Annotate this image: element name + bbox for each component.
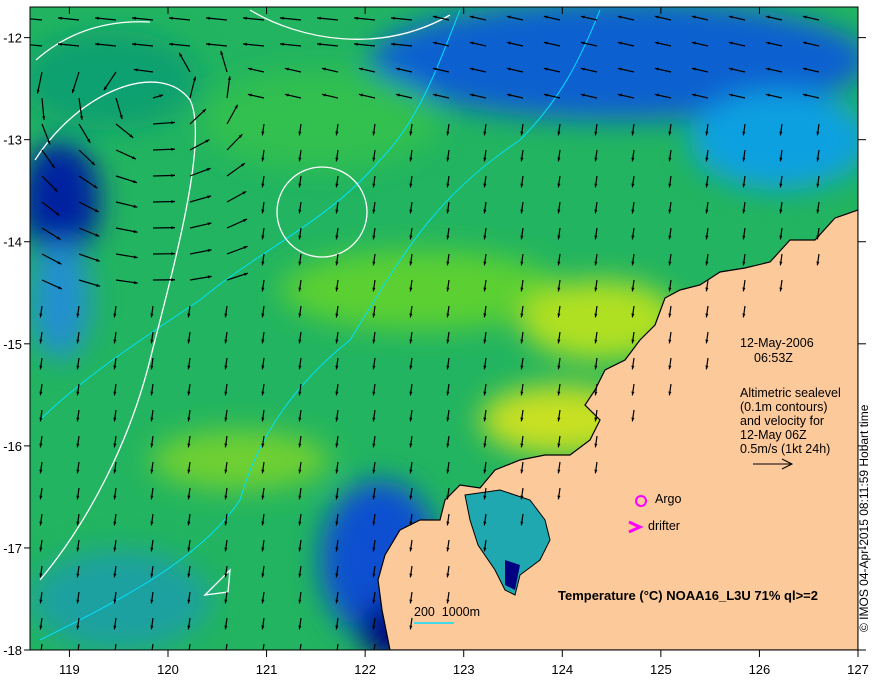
plot-area — [30, 7, 858, 650]
drifter-label: drifter — [648, 519, 680, 533]
y-tick-label: -16 — [3, 439, 22, 454]
x-tick-label: 120 — [157, 662, 179, 677]
y-tick-label: -18 — [3, 643, 22, 658]
y-tick-label: -15 — [3, 337, 22, 352]
x-tick-label: 122 — [354, 662, 376, 677]
x-tick-label: 126 — [749, 662, 771, 677]
altimetry-line: Altimetric sealevel — [740, 386, 841, 400]
x-tick-label: 124 — [551, 662, 573, 677]
x-tick-label: 123 — [453, 662, 475, 677]
sst-map: 2728293031 — [3, 6, 871, 677]
altimetry-line: and velocity for — [740, 414, 824, 428]
altimetry-line: 0.5m/s (1kt 24h) — [740, 442, 830, 456]
y-tick-label: -17 — [3, 541, 22, 556]
credit-label: © IMOS 04-Apr-2015 08:11:59 Hobart time — [857, 404, 871, 632]
date-label: 12-May-2006 — [740, 336, 814, 350]
depth-legend-label: 200 1000m — [414, 605, 480, 619]
x-tick-label: 127 — [847, 662, 869, 677]
argo-label: Argo — [655, 492, 681, 506]
y-tick-label: -14 — [3, 235, 22, 250]
colorbar-title: Temperature (°C) NOAA16_L3U 71% ql>=2 — [558, 588, 818, 603]
x-tick-label: 121 — [256, 662, 278, 677]
altimetry-line: (0.1m contours) — [740, 400, 828, 414]
y-tick-label: -13 — [3, 133, 22, 148]
x-tick-label: 119 — [59, 662, 80, 677]
altimetry-line: 12-May 06Z — [740, 428, 807, 442]
time-label: 06:53Z — [754, 351, 793, 365]
y-tick-label: -12 — [3, 31, 22, 46]
x-tick-label: 125 — [650, 662, 672, 677]
